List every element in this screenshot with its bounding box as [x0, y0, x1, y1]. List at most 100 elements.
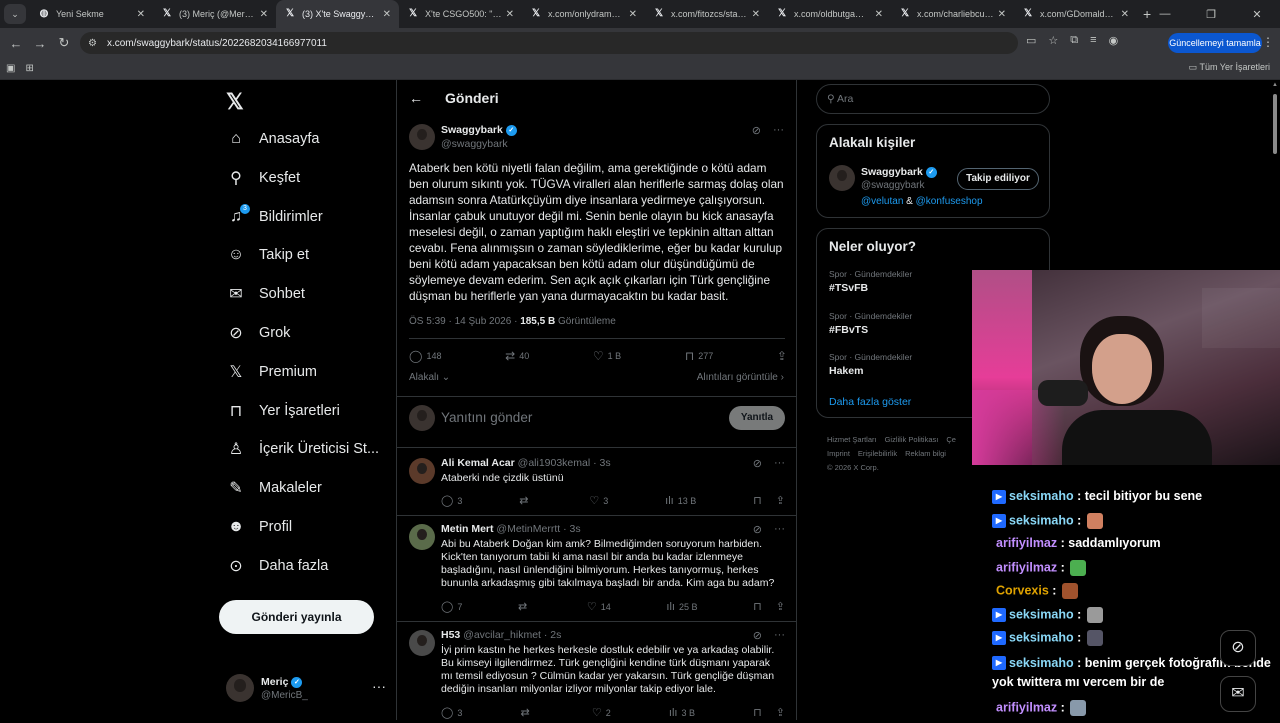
share-action[interactable]: ⇪: [776, 600, 785, 613]
like-action[interactable]: ♡1 B: [593, 349, 621, 363]
share-action[interactable]: ⇪: [776, 494, 785, 507]
sidebar-item-x[interactable]: 𝕏Premium: [226, 357, 317, 387]
messages-float-icon[interactable]: ✉: [1220, 676, 1256, 712]
browser-tab[interactable]: 𝕏x.com/charliebcurran✕: [891, 0, 1014, 28]
sidebar-item-bell[interactable]: ♫3Bildirimler: [226, 202, 323, 232]
browser-tab[interactable]: 𝕏(3) Meriç (@MericB_)✕: [153, 0, 276, 28]
show-more-link[interactable]: Daha fazla göster: [829, 396, 911, 408]
back-button[interactable]: ←: [4, 36, 28, 51]
reply-item[interactable]: Ali Kemal Acar @ali1903kemal · 3s⊘···Ata…: [397, 450, 797, 516]
tab-close-icon[interactable]: ✕: [875, 9, 883, 20]
scroll-thumb[interactable]: [1273, 94, 1277, 154]
browser-menu-icon[interactable]: ⋮: [1262, 35, 1274, 49]
footer-link[interactable]: Hizmet Şartları: [827, 435, 877, 444]
reply-button[interactable]: Yanıtla: [729, 406, 785, 430]
forward-button[interactable]: →: [28, 36, 52, 51]
grok-icon[interactable]: ⊘: [753, 457, 762, 470]
reply-timestamp[interactable]: · 3s: [563, 523, 581, 535]
browser-tab[interactable]: 𝕏x.com/GDomaldo/sta✕: [1014, 0, 1137, 28]
restore-button[interactable]: ❐: [1188, 8, 1234, 21]
avatar[interactable]: [409, 630, 435, 656]
sidebar-item-more[interactable]: ⊙Daha fazla: [226, 551, 328, 581]
trend-item[interactable]: Spor · Gündemdekiler#TSvFB: [829, 269, 912, 294]
views-action[interactable]: ılı3 B: [669, 706, 695, 719]
bookmark-action[interactable]: ⊓: [753, 706, 762, 719]
tab-close-icon[interactable]: ✕: [998, 9, 1006, 20]
reply-author-name[interactable]: H53: [441, 629, 460, 641]
bookmark-action[interactable]: ⊓: [753, 494, 762, 507]
update-button[interactable]: Güncellemeyi tamamla: [1168, 33, 1262, 53]
tab-close-icon[interactable]: ✕: [383, 9, 391, 20]
like-action[interactable]: ♡3: [589, 494, 608, 507]
post-button[interactable]: Gönderi yayınla: [219, 600, 374, 634]
tweet-timestamp[interactable]: ÖS 5:39 · 14 Şub 2026 ·: [409, 316, 520, 327]
trend-item[interactable]: Spor · GündemdekilerHakem: [829, 352, 912, 377]
avatar[interactable]: [409, 524, 435, 550]
trend-item[interactable]: Spor · Gündemdekiler#FBvTS: [829, 311, 912, 336]
repost-action[interactable]: ⇄: [519, 494, 532, 507]
reply-timestamp[interactable]: · 3s: [593, 457, 611, 469]
sidebar-item-mail[interactable]: ✉Sohbet: [226, 279, 305, 309]
browser-tab[interactable]: 𝕏(3) X'te Swaggybark:✕: [276, 0, 399, 28]
sidebar-item-home[interactable]: ⌂Anasayfa: [226, 124, 319, 154]
tab-close-icon[interactable]: ✕: [752, 9, 760, 20]
search-input[interactable]: ⚲ Ara: [816, 84, 1050, 114]
grok-icon[interactable]: ⊘: [753, 629, 762, 642]
reply-item[interactable]: Metin Mert @MetinMerrtt · 3s⊘···Abi bu A…: [397, 516, 797, 622]
share-action[interactable]: ⇪: [776, 706, 785, 719]
footer-link[interactable]: Imprint: [827, 449, 850, 458]
tab-search-button[interactable]: ⌄: [4, 4, 26, 24]
tweet-author-name[interactable]: Swaggybark✓: [441, 124, 517, 136]
footer-link[interactable]: Reklam bilgi: [905, 449, 946, 458]
browser-tab[interactable]: 𝕏x.com/onlydramaX/st✕: [522, 0, 645, 28]
all-bookmarks[interactable]: ▭ Tüm Yer İşaretleri: [1189, 62, 1270, 73]
reply-action[interactable]: ◯7: [441, 600, 462, 613]
star-icon[interactable]: ☆: [1048, 34, 1058, 47]
sidebar-item-bookmark[interactable]: ⊓Yer İşaretleri: [226, 396, 340, 426]
view-quotes-link[interactable]: Alıntıları görüntüle ›: [697, 372, 784, 383]
more-dots-icon[interactable]: ···: [774, 523, 785, 536]
share-action[interactable]: ⇪: [777, 349, 787, 363]
reply-action[interactable]: ◯3: [441, 706, 462, 719]
media-icon[interactable]: ≡: [1090, 34, 1096, 47]
reply-action[interactable]: ◯148: [409, 349, 441, 363]
mention-link[interactable]: @velutan: [861, 196, 903, 207]
tab-close-icon[interactable]: ✕: [629, 9, 637, 20]
grok-icon[interactable]: ⊘: [753, 523, 762, 536]
reload-button[interactable]: ↻: [52, 35, 76, 51]
person-name[interactable]: Swaggybark✓: [861, 166, 937, 178]
repost-action[interactable]: ⇄: [518, 600, 531, 613]
footer-link[interactable]: Gizlilik Politikası: [885, 435, 939, 444]
minimize-button[interactable]: —: [1142, 8, 1188, 20]
following-button[interactable]: Takip ediliyor: [957, 168, 1039, 190]
mention-link[interactable]: @konfuseshop: [916, 196, 983, 207]
repost-action[interactable]: ⇄: [520, 706, 533, 719]
reply-action[interactable]: ◯3: [441, 494, 462, 507]
x-logo-icon[interactable]: 𝕏: [226, 89, 244, 115]
sidebar-item-article[interactable]: ✎Makaleler: [226, 473, 322, 503]
more-dots-icon[interactable]: ···: [773, 124, 784, 137]
sidebar-item-add-person[interactable]: ☺Takip et: [226, 240, 309, 270]
footer-link[interactable]: Erişilebilirlik: [858, 449, 897, 458]
browser-tab[interactable]: 𝕏x.com/oldbutgamer/✕: [768, 0, 891, 28]
site-info-icon[interactable]: ⚙: [88, 38, 97, 49]
reply-item[interactable]: H53 @avcilar_hikmet · 2s⊘···İyi prim kas…: [397, 622, 797, 720]
grok-float-icon[interactable]: ⊘: [1220, 630, 1256, 666]
reply-sort-dropdown[interactable]: Alakalı ⌄: [409, 372, 450, 383]
repost-action[interactable]: ⇄40: [505, 349, 529, 363]
close-window-button[interactable]: ✕: [1234, 8, 1280, 21]
reply-input[interactable]: Yanıtını gönder: [441, 410, 532, 425]
browser-tab[interactable]: 𝕏x.com/fitozcs/status/✕: [645, 0, 768, 28]
tweet-author-avatar[interactable]: [409, 124, 435, 150]
reply-author-name[interactable]: Metin Mert: [441, 523, 494, 535]
browser-tab[interactable]: ◍Yeni Sekme✕: [30, 0, 153, 28]
sidebar-item-search[interactable]: ⚲Keşfet: [226, 163, 300, 193]
account-switcher[interactable]: Meriç✓ @MericB_ ···: [226, 674, 386, 706]
tab-close-icon[interactable]: ✕: [137, 9, 145, 20]
tab-close-icon[interactable]: ✕: [506, 9, 514, 20]
footer-link[interactable]: © 2026 X Corp.: [827, 463, 879, 472]
more-dots-icon[interactable]: ···: [774, 629, 785, 642]
tab-close-icon[interactable]: ✕: [1121, 9, 1129, 20]
bookmark-action[interactable]: ⊓: [753, 600, 762, 613]
like-action[interactable]: ♡14: [587, 600, 611, 613]
